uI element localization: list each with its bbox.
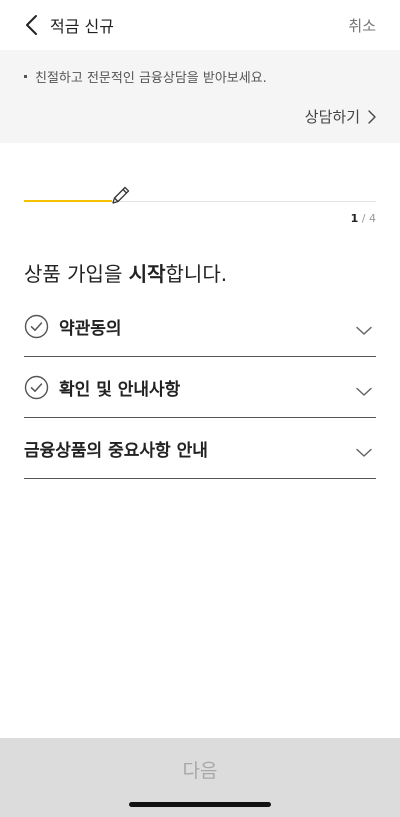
terms-accordion: 약관동의 확인 및 안내사항 금융상품의 중요사항 안내 [24, 296, 376, 479]
header-left: 적금 신규 [24, 13, 114, 37]
chevron-right-icon [368, 109, 376, 124]
chevron-down-icon [356, 443, 372, 457]
progress-fill [24, 200, 112, 202]
bullet-icon [24, 75, 27, 78]
check-circle-icon [24, 314, 49, 339]
step-total: 4 [369, 212, 376, 225]
accordion-item-key-product-info[interactable]: 금융상품의 중요사항 안내 [24, 418, 376, 479]
accordion-item-left: 확인 및 안내사항 [24, 375, 180, 400]
page-title: 적금 신규 [50, 17, 114, 36]
heading-suffix: 합니다. [165, 262, 228, 286]
accordion-item-terms-agreement[interactable]: 약관동의 [24, 296, 376, 357]
heading-emphasis: 시작 [128, 262, 166, 286]
home-indicator [129, 802, 271, 807]
chevron-down-icon [356, 321, 372, 335]
pencil-icon [110, 184, 132, 206]
consult-link[interactable]: 상담하기 [305, 106, 376, 127]
section-heading: 상품 가입을 시작합니다. [24, 258, 227, 287]
next-button-label: 다음 [182, 760, 218, 782]
accordion-item-left: 금융상품의 중요사항 안내 [24, 436, 208, 461]
accordion-item-label: 약관동의 [59, 318, 122, 339]
progress-bar [24, 182, 376, 222]
accordion-item-left: 약관동의 [24, 314, 122, 339]
notice-text-row: 친절하고 전문적인 금융상담을 받아보세요. [24, 67, 376, 86]
accordion-item-label: 금융상품의 중요사항 안내 [24, 440, 208, 461]
notice-text: 친절하고 전문적인 금융상담을 받아보세요. [35, 71, 267, 86]
header: 적금 신규 취소 [0, 0, 400, 50]
heading-prefix: 상품 가입을 [24, 262, 129, 286]
chevron-down-icon [356, 382, 372, 396]
step-current: 1 [350, 212, 359, 225]
consult-notice-banner: 친절하고 전문적인 금융상담을 받아보세요. 상담하기 [0, 50, 400, 143]
step-indicator: 1 / 4 [351, 212, 376, 225]
accordion-item-label: 확인 및 안내사항 [59, 379, 181, 400]
cancel-button[interactable]: 취소 [348, 15, 376, 36]
accordion-item-confirmation-notice[interactable]: 확인 및 안내사항 [24, 357, 376, 418]
back-chevron-icon[interactable] [24, 14, 40, 36]
consult-label: 상담하기 [304, 108, 360, 126]
check-circle-icon [24, 375, 49, 400]
step-separator: / [361, 212, 366, 225]
